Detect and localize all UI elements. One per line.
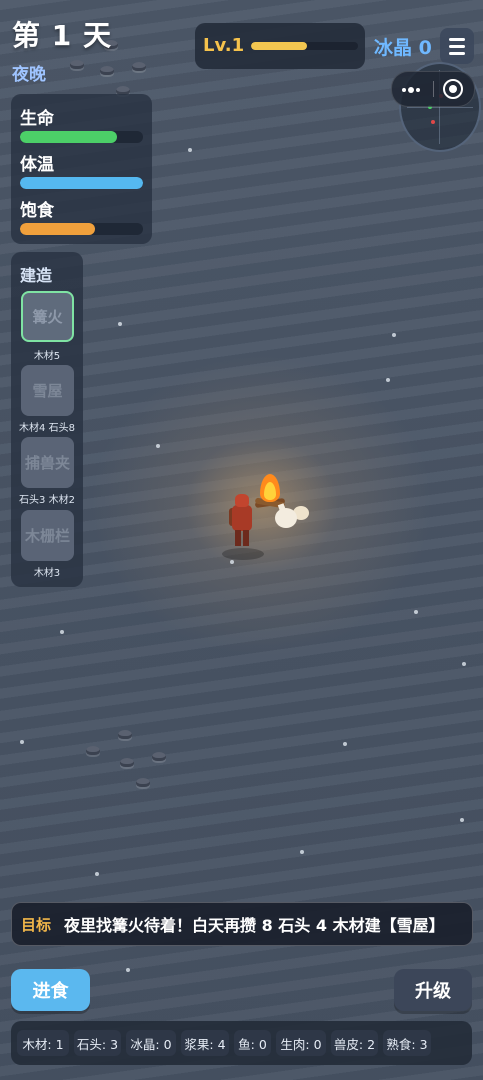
player-head bbox=[235, 494, 249, 507]
objective-banner: 目标 夜里找篝火待着！白天再攒 8 石头 4 木材建【雪屋】 bbox=[11, 902, 473, 946]
minimap-marker-dot bbox=[431, 120, 435, 124]
hamburger-icon-line bbox=[449, 44, 465, 48]
campfire-flame-core bbox=[264, 482, 276, 500]
snowflake bbox=[392, 333, 396, 337]
snowflake bbox=[156, 444, 160, 448]
minimap-gridline bbox=[407, 107, 473, 108]
hunger-bar bbox=[20, 223, 143, 235]
snowflake bbox=[230, 560, 234, 564]
rock-cluster-bottom[interactable] bbox=[136, 778, 150, 787]
snowflake bbox=[343, 742, 347, 746]
upgrade-button[interactable]: 升级 bbox=[394, 969, 472, 1011]
rock-cluster-top[interactable] bbox=[70, 60, 84, 69]
inventory-wood: 木材: 1 bbox=[17, 1030, 69, 1056]
snowflake bbox=[20, 740, 24, 744]
inventory-cooked-food: 熟食: 3 bbox=[383, 1030, 431, 1056]
rock-cluster-top[interactable] bbox=[132, 62, 146, 71]
snowflake bbox=[460, 818, 464, 822]
stats-panel: 生命 体温 饱食 bbox=[11, 94, 152, 244]
rock-cluster-bottom[interactable] bbox=[118, 730, 132, 739]
snowflake bbox=[462, 662, 466, 666]
crystal-counter: 冰晶 0 bbox=[374, 37, 432, 59]
objective-text: 夜里找篝火待着！白天再攒 8 石头 4 木材建【雪屋】 bbox=[64, 916, 445, 935]
level-panel: Lv.1 bbox=[195, 23, 365, 69]
build-snowhouse-button[interactable]: 雪屋 bbox=[21, 365, 74, 416]
hamburger-icon-line bbox=[449, 51, 465, 55]
inventory-raw-meat: 生肉: 0 bbox=[276, 1030, 326, 1056]
snowflake bbox=[118, 322, 122, 326]
xp-bar-fill bbox=[251, 42, 307, 50]
snowflake bbox=[60, 630, 64, 634]
health-label: 生命 bbox=[20, 109, 54, 129]
temperature-bar-fill bbox=[20, 177, 143, 189]
xp-bar bbox=[251, 42, 358, 50]
build-trap-cost: 石头3 木材2 bbox=[19, 495, 75, 506]
build-panel: 建造 篝火 木材5 雪屋 木材4 石头8 捕兽夹 石头3 木材2 木栅栏 木材3 bbox=[11, 252, 83, 587]
player-leg bbox=[235, 530, 241, 546]
health-bar-fill bbox=[20, 131, 118, 143]
inventory-fish: 鱼: 0 bbox=[234, 1030, 271, 1056]
objective-tag: 目标 bbox=[21, 915, 52, 934]
inventory-stone: 石头: 3 bbox=[74, 1030, 121, 1056]
arctic-fox-pet[interactable] bbox=[271, 500, 311, 532]
level-label: Lv.1 bbox=[203, 35, 245, 56]
temperature-label: 体温 bbox=[20, 155, 54, 175]
rock-cluster-top[interactable] bbox=[100, 66, 114, 75]
build-campfire-cost: 木材5 bbox=[33, 351, 61, 362]
mini-program-capsule bbox=[391, 71, 475, 107]
snowflake bbox=[188, 148, 192, 152]
close-target-icon[interactable] bbox=[443, 79, 463, 99]
fox-body bbox=[275, 508, 297, 528]
hunger-bar-fill bbox=[20, 223, 96, 235]
snowflake bbox=[300, 850, 304, 854]
temperature-bar bbox=[20, 177, 143, 189]
inventory-crystal: 冰晶: 0 bbox=[126, 1030, 176, 1056]
rock-cluster-bottom[interactable] bbox=[120, 758, 134, 767]
hamburger-icon-line bbox=[449, 37, 465, 41]
inventory-bar: 木材: 1 石头: 3 冰晶: 0 浆果: 4 鱼: 0 生肉: 0 兽皮: 2… bbox=[11, 1021, 472, 1065]
snowflake bbox=[95, 872, 99, 876]
rock-cluster-bottom[interactable] bbox=[86, 746, 100, 755]
time-of-day-label: 夜晚 bbox=[12, 65, 46, 85]
build-trap-button[interactable]: 捕兽夹 bbox=[21, 437, 74, 488]
player-character[interactable] bbox=[229, 494, 255, 552]
menu-button[interactable] bbox=[440, 28, 474, 64]
player-body bbox=[232, 505, 252, 531]
snowflake bbox=[414, 610, 418, 614]
health-bar bbox=[20, 131, 143, 143]
build-panel-title: 建造 bbox=[20, 266, 53, 285]
hunger-label: 饱食 bbox=[20, 201, 54, 221]
snowflake bbox=[126, 968, 130, 972]
day-counter: 第 1 天 bbox=[12, 19, 112, 52]
build-fence-cost: 木材3 bbox=[33, 568, 61, 579]
build-campfire-button[interactable]: 篝火 bbox=[21, 291, 74, 342]
inventory-berry: 浆果: 4 bbox=[181, 1030, 229, 1056]
build-snowhouse-cost: 木材4 石头8 bbox=[19, 423, 75, 434]
capsule-divider bbox=[433, 81, 434, 97]
eat-button[interactable]: 进食 bbox=[11, 969, 90, 1011]
rock-cluster-bottom[interactable] bbox=[152, 752, 166, 761]
inventory-hide: 兽皮: 2 bbox=[331, 1030, 378, 1056]
player-leg bbox=[243, 530, 249, 546]
more-options-icon[interactable] bbox=[402, 87, 420, 93]
build-fence-button[interactable]: 木栅栏 bbox=[21, 510, 74, 561]
snowflake bbox=[386, 378, 390, 382]
